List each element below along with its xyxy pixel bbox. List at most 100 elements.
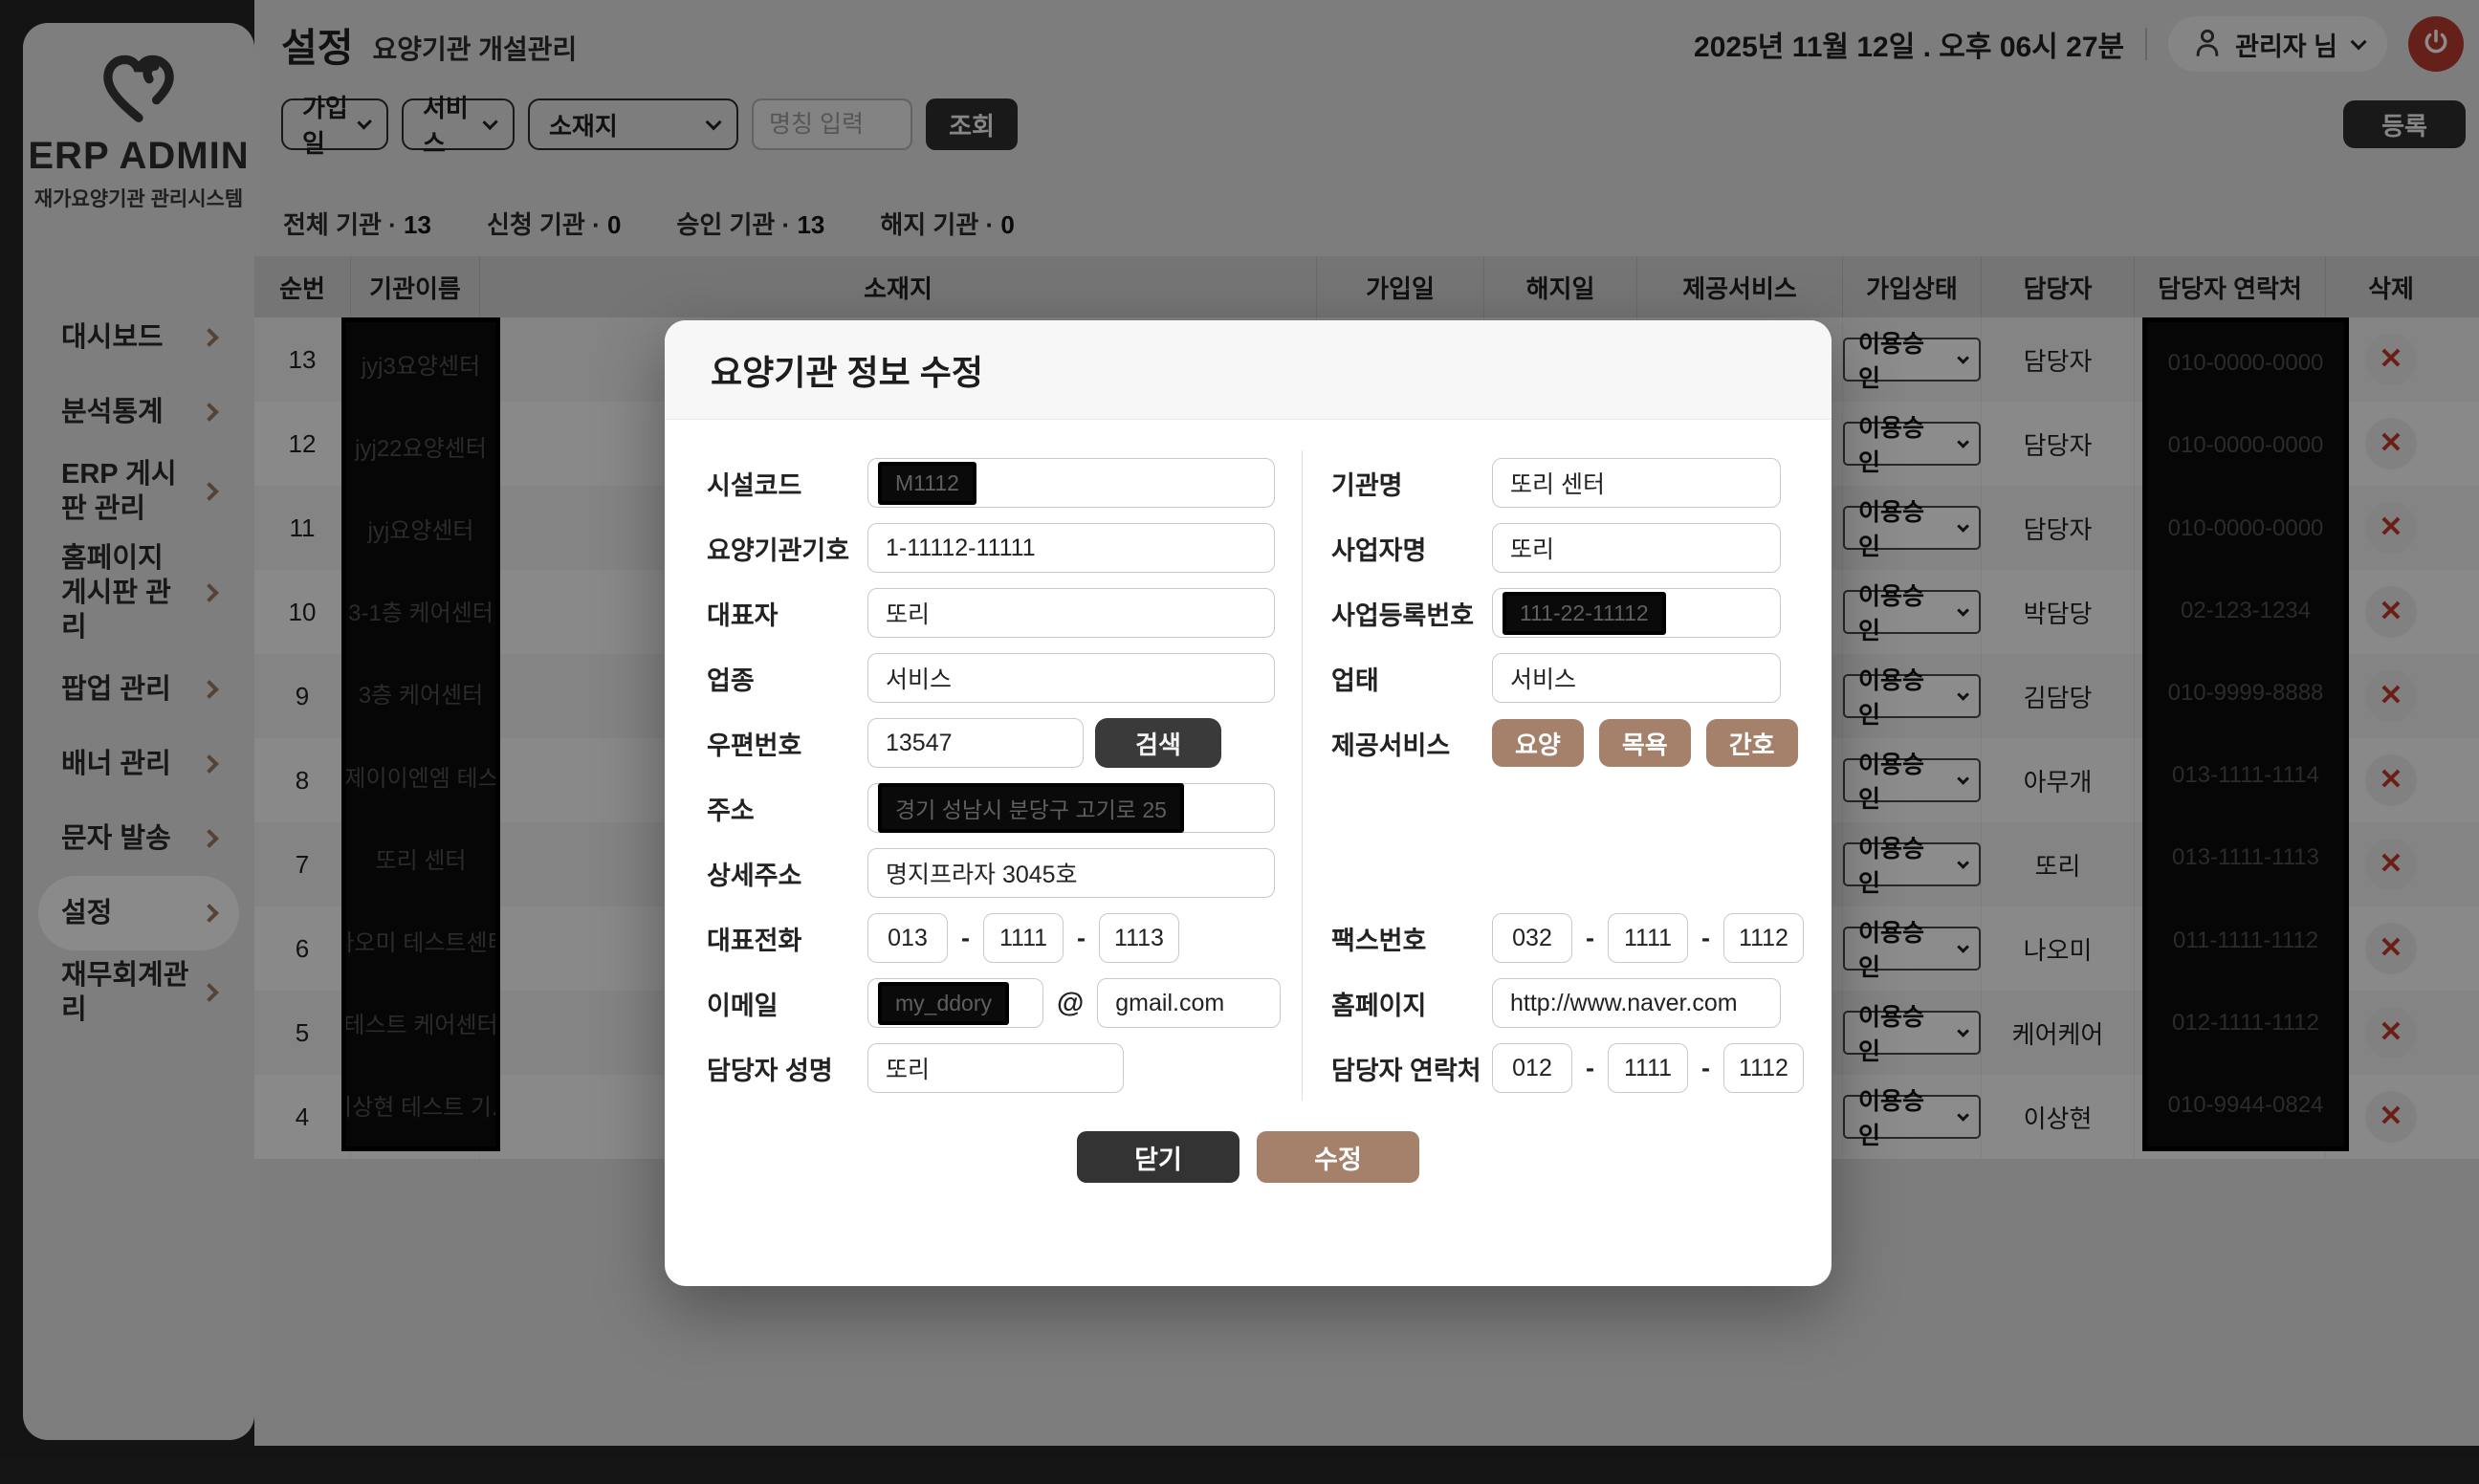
close-button[interactable]: 닫기 [1077,1131,1240,1183]
modal-field: 검색 [867,718,1221,768]
modal-field-row: 주소 경기 성남시 분당구 고기로 25 [707,775,1302,840]
service-button[interactable]: 요양 [1492,719,1584,767]
modal-field-row: 업태 [1331,645,1832,710]
redacted-value: my_ddory [878,982,1009,1025]
modal-field-label: 업종 [707,660,867,697]
modal-field-label: 제공서비스 [1331,725,1492,762]
edit-facility-modal: 요양기관 정보 수정 시설코드M1112요양기관기호대표자업종우편번호검색주소경… [665,320,1832,1286]
modal-field-row: 이메일 my_ddory @ [707,971,1302,1036]
dash-separator: - [1586,924,1594,953]
modal-field-row: 사업등록번호 111-22-11112 [1331,580,1832,645]
modal-field-input[interactable] [1492,978,1781,1028]
modal-field [867,848,1275,898]
modal-field: -- [867,913,1179,963]
address-search-button[interactable]: 검색 [1095,718,1221,768]
modal-field-input[interactable] [1099,913,1179,963]
modal-field-row: 사업자명 [1331,515,1832,580]
modal-field: -- [1492,913,1804,963]
at-separator: @ [1057,988,1084,1019]
dash-separator: - [1077,924,1086,953]
email-local-input[interactable]: my_ddory [867,978,1043,1028]
modal-field-input[interactable] [867,913,948,963]
modal-field-row: 상세주소 [707,840,1302,906]
modal-field-row: 기관명 [1331,450,1832,515]
modal-field-input[interactable] [1492,913,1572,963]
modal-form-left: 시설코드M1112요양기관기호대표자업종우편번호검색주소경기 성남시 분당구 고… [665,450,1302,1101]
redacted-value: 경기 성남시 분당구 고기로 25 [878,783,1184,833]
modal-field [1492,978,1781,1028]
modal-field: M1112 [867,458,1275,508]
modal-field: my_ddory @ [867,978,1281,1028]
modal-field-input[interactable] [867,588,1275,638]
modal-field-label: 대표자 [707,595,867,632]
modal-field-label: 이메일 [707,985,867,1022]
modal-field-input[interactable] [1492,653,1781,703]
modal-field-label: 상세주소 [707,855,867,892]
dash-separator: - [1701,1054,1710,1083]
modal-field-row: 시설코드M1112 [707,450,1302,515]
modal-field-row: 팩스번호-- [1331,906,1832,971]
modal-field-input[interactable] [1492,523,1781,573]
modal-field-input[interactable]: 경기 성남시 분당구 고기로 25 [867,783,1275,833]
redacted-value: 111-22-11112 [1503,592,1666,635]
modal-footer: 닫기 수정 [665,1131,1832,1183]
modal-field-input[interactable] [1492,458,1781,508]
modal-field: 경기 성남시 분당구 고기로 25 [867,783,1275,833]
modal-field-input[interactable] [1723,1043,1804,1093]
modal-field-row: 대표전화-- [707,906,1302,971]
modal-header: 요양기관 정보 수정 [665,320,1832,420]
modal-field-row: 우편번호 검색 [707,710,1302,775]
modal-field-input[interactable] [1097,978,1281,1028]
service-button[interactable]: 간호 [1706,719,1798,767]
modal-field-label: 주소 [707,790,867,827]
modal-field-label: 기관명 [1331,465,1492,502]
modal-field-row: 담당자 연락처-- [1331,1036,1832,1101]
modal-field-input[interactable] [1723,913,1804,963]
modal-field-label: 홈페이지 [1331,985,1492,1022]
modal-field-row: 담당자 성명 [707,1036,1302,1101]
modal-field-label: 사업자명 [1331,530,1492,567]
modal-form-spacer [1331,775,1832,840]
modal-field-row: 제공서비스요양 목욕 간호 [1331,710,1832,775]
modal-field-label: 요양기관기호 [707,530,867,567]
modal-form-right: 기관명사업자명사업등록번호 111-22-11112 업태제공서비스요양 목욕 간호팩스… [1302,450,1832,1101]
modal-field [867,523,1275,573]
modal-field-label: 대표전화 [707,920,867,957]
modal-field: 111-22-11112 [1492,588,1781,638]
modal-field-input[interactable] [983,913,1064,963]
modal-field-label: 담당자 연락처 [1331,1050,1492,1087]
modal-field-label: 우편번호 [707,725,867,762]
modal-field: 요양 목욕 간호 [1492,719,1813,767]
modal-field-input[interactable]: M1112 [867,458,1275,508]
modal-field-input[interactable]: 111-22-11112 [1492,588,1781,638]
dash-separator: - [1586,1054,1594,1083]
modal-field-input[interactable] [867,848,1275,898]
modal-field-row: 업종 [707,645,1302,710]
modal-form-spacer [1331,840,1832,906]
modal-field-input[interactable] [1492,1043,1572,1093]
modal-field-row: 대표자 [707,580,1302,645]
modal-field-label: 사업등록번호 [1331,595,1492,632]
modal-field-label: 팩스번호 [1331,920,1492,957]
modal-field [1492,653,1781,703]
modal-field-row: 요양기관기호 [707,515,1302,580]
dash-separator: - [961,924,970,953]
dash-separator: - [1701,924,1710,953]
modal-field [867,1043,1124,1093]
modal-title: 요양기관 정보 수정 [711,345,983,395]
modal-field-row: 홈페이지 [1331,971,1832,1036]
modal-field [867,653,1275,703]
modal-field-input[interactable] [1608,913,1688,963]
service-button[interactable]: 목욕 [1599,719,1691,767]
submit-button[interactable]: 수정 [1257,1131,1419,1183]
modal-field-input[interactable] [867,653,1275,703]
modal-field [1492,523,1781,573]
modal-field-input[interactable] [867,1043,1124,1093]
modal-field-input[interactable] [867,523,1275,573]
modal-field-label: 업태 [1331,660,1492,697]
modal-field [867,588,1275,638]
modal-field: -- [1492,1043,1804,1093]
modal-field-label: 시설코드 [707,465,867,502]
modal-field-input[interactable] [1608,1043,1688,1093]
modal-field-input[interactable] [867,718,1084,768]
